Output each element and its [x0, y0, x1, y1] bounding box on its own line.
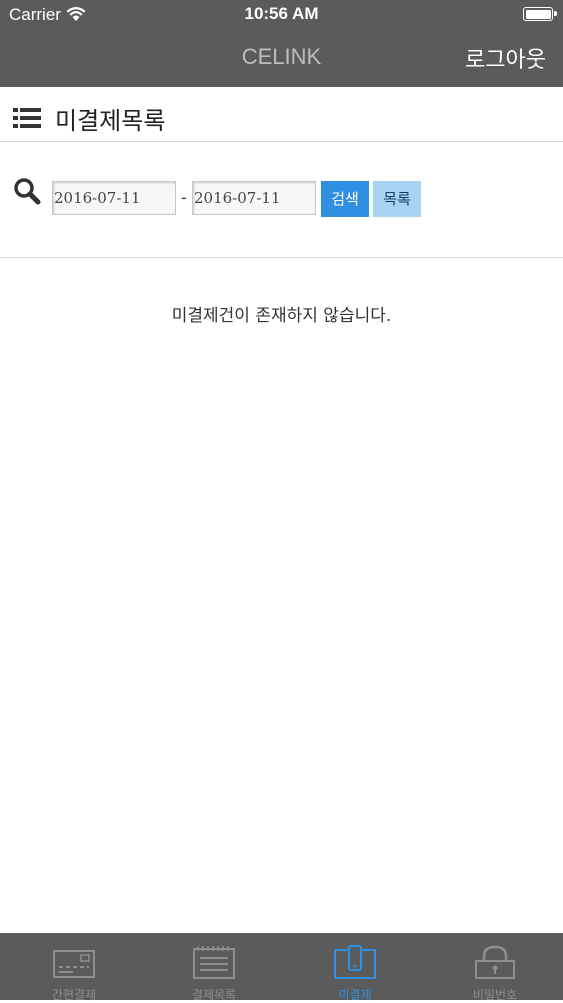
page-header: 미결제목록	[0, 87, 563, 142]
tab-label: 간편결제	[51, 988, 97, 1002]
card-terminal-icon	[53, 950, 95, 978]
top-bar: Carrier 10:56 AM CELINK 로그아웃	[0, 0, 563, 87]
receipt-list-icon	[193, 946, 235, 979]
tab-label: 결제목록	[191, 988, 237, 1002]
status-time: 10:56 AM	[244, 4, 319, 23]
tab-payment-list[interactable]: 결제목록	[144, 933, 284, 1002]
tab-label: 미결제	[338, 988, 372, 1002]
divider	[0, 257, 563, 258]
tab-easy-payment[interactable]: 간편결제	[4, 933, 144, 1002]
list-button[interactable]: 목록	[373, 181, 421, 217]
tab-password[interactable]: 비밀번호	[425, 933, 563, 1002]
list-icon	[13, 108, 41, 128]
start-date-input[interactable]	[52, 181, 176, 215]
end-date-input[interactable]	[192, 181, 316, 215]
tab-label: 비밀번호	[472, 988, 518, 1002]
tab-unpaid[interactable]: 미결제	[285, 933, 425, 1002]
tab-bar: 간편결제 결제목록 미결제 비밀번호	[0, 933, 563, 1002]
logout-button[interactable]: 로그아웃	[465, 42, 546, 74]
search-icon	[14, 178, 41, 205]
search-button[interactable]: 검색	[321, 181, 369, 217]
lock-icon	[475, 945, 515, 979]
page-title: 미결제목록	[55, 107, 166, 135]
status-bar: Carrier 10:56 AM	[0, 0, 563, 30]
date-separator: -	[181, 188, 187, 207]
empty-message: 미결제건이 존재하지 않습니다.	[171, 306, 392, 326]
battery-icon	[523, 7, 557, 21]
phone-pending-icon	[334, 945, 376, 979]
